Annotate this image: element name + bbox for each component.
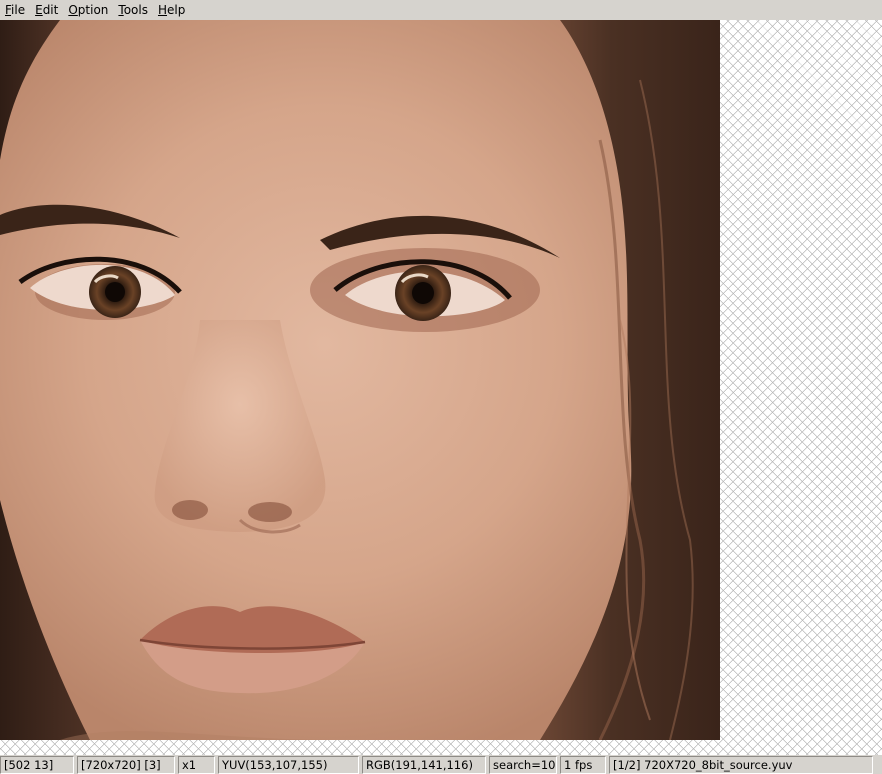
image-canvas[interactable] <box>0 20 882 755</box>
status-yuv-value: YUV(153,107,155) <box>218 756 359 774</box>
status-rgb-value: RGB(191,141,116) <box>362 756 486 774</box>
menu-help[interactable]: Help <box>158 0 185 20</box>
status-cursor-position: [502 13] <box>0 756 74 774</box>
status-search: search=10 <box>489 756 557 774</box>
status-resolution: [720x720] [3] <box>77 756 175 774</box>
menu-option[interactable]: Option <box>68 0 108 20</box>
status-file-name: [1/2] 720X720_8bit_source.yuv <box>609 756 873 774</box>
video-frame[interactable] <box>0 20 720 740</box>
status-zoom: x1 <box>178 756 215 774</box>
status-fps: 1 fps <box>560 756 606 774</box>
yuv-viewer-window: File Edit Option Tools Help [502 13] [72… <box>0 0 882 774</box>
menu-edit[interactable]: Edit <box>35 0 58 20</box>
status-bar: [502 13] [720x720] [3] x1 YUV(153,107,15… <box>0 755 882 774</box>
menu-bar: File Edit Option Tools Help <box>0 0 882 20</box>
menu-tools[interactable]: Tools <box>118 0 148 20</box>
menu-file[interactable]: File <box>5 0 25 20</box>
portrait-image <box>0 20 720 740</box>
